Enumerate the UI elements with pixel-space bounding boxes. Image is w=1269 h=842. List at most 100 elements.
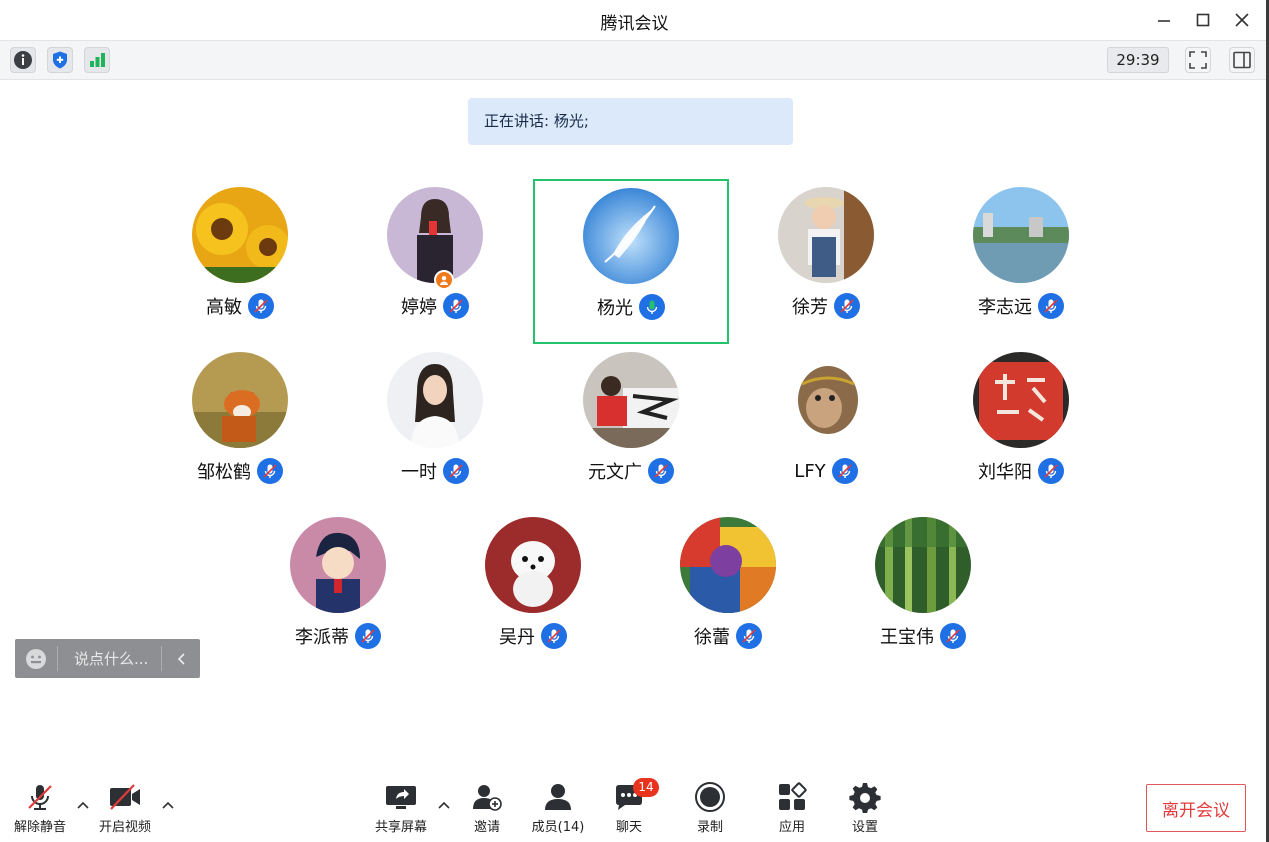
members-icon: [545, 784, 571, 810]
record-button[interactable]: 录制: [675, 780, 745, 835]
share-screen-icon: [386, 786, 416, 809]
signal-icon: [90, 53, 105, 67]
minimize-icon: [1158, 20, 1170, 22]
mic-muted-icon: [1038, 458, 1064, 484]
avatar: [680, 517, 776, 613]
participant-name: 吴丹: [499, 627, 535, 648]
participant-tile[interactable]: 王宝伟: [825, 511, 1021, 671]
mic-muted-icon: [443, 293, 469, 319]
mic-muted-icon: [248, 293, 274, 319]
participant-tile[interactable]: LFY: [728, 346, 924, 506]
camera-off-icon: [110, 784, 140, 810]
network-status-button[interactable]: [84, 47, 110, 73]
avatar: [875, 517, 971, 613]
participant-name: 一时: [401, 462, 437, 483]
window-title: 腾讯会议: [600, 14, 669, 34]
avatar: [778, 352, 874, 448]
participant-name: 李派蒂: [295, 627, 349, 648]
chevron-up-icon: [77, 801, 89, 809]
invite-label: 邀请: [473, 820, 500, 835]
record-icon: [695, 782, 725, 812]
mic-muted-icon: [736, 623, 762, 649]
participant-name: 徐芳: [792, 297, 828, 318]
settings-label: 设置: [851, 820, 878, 835]
meeting-toolbar: 29:39: [0, 40, 1269, 80]
participant-tile[interactable]: 刘华阳: [923, 346, 1119, 506]
invite-user-icon: [473, 785, 502, 811]
chat-label: 聊天: [615, 820, 642, 835]
avatar: [778, 187, 874, 283]
mic-muted-icon: [831, 458, 858, 484]
participant-name: 徐蕾: [694, 627, 730, 648]
members-label: 成员(14): [531, 820, 585, 835]
share-label: 共享屏幕: [374, 820, 427, 835]
emoji-icon: [26, 648, 46, 669]
apps-button[interactable]: 应用: [757, 780, 827, 835]
mic-muted-icon: [257, 458, 283, 484]
video-options-caret[interactable]: [161, 798, 175, 812]
leave-meeting-button[interactable]: 离开会议: [1146, 784, 1246, 832]
avatar: [290, 517, 386, 613]
participant-tile[interactable]: 徐芳: [728, 181, 924, 341]
participant-name: 邹松鹤: [197, 462, 251, 483]
host-icon: [434, 270, 454, 290]
participant-tile[interactable]: 徐蕾: [630, 511, 826, 671]
avatar: [485, 517, 581, 613]
participant-tile-active-speaker[interactable]: 杨光: [533, 179, 729, 344]
participant-name: 元文广: [588, 462, 642, 483]
info-icon: [14, 51, 32, 69]
members-button[interactable]: 成员(14): [523, 780, 593, 835]
chevron-up-icon: [162, 801, 174, 809]
quick-chat-input[interactable]: 说点什么...: [15, 639, 200, 678]
title-bar: 腾讯会议: [0, 0, 1269, 40]
unmute-button[interactable]: 解除静音: [5, 780, 75, 835]
avatar: [973, 187, 1069, 283]
mic-muted-icon: [834, 293, 860, 319]
maximize-button[interactable]: [1189, 6, 1217, 34]
participant-tile[interactable]: 高敏: [142, 181, 338, 341]
mic-speaking-icon: [639, 294, 665, 320]
participant-name: 婷婷: [401, 297, 437, 318]
audio-options-caret[interactable]: [76, 798, 90, 812]
participant-tile[interactable]: 李派蒂: [240, 511, 436, 671]
avatar: [192, 187, 288, 283]
minimize-button[interactable]: [1150, 6, 1178, 34]
emoji-button[interactable]: [15, 646, 58, 671]
avatar: [583, 352, 679, 448]
unmute-label: 解除静音: [13, 820, 66, 835]
participant-name: 王宝伟: [880, 627, 934, 648]
chat-placeholder[interactable]: 说点什么...: [58, 648, 161, 669]
settings-button[interactable]: 设置: [830, 780, 900, 835]
collapse-chat-button[interactable]: [161, 646, 200, 671]
record-label: 录制: [696, 820, 723, 835]
participant-tile[interactable]: 邹松鹤: [142, 346, 338, 506]
meeting-info-button[interactable]: [10, 47, 36, 73]
participant-tile[interactable]: 李志远: [923, 181, 1119, 341]
participant-tile[interactable]: 一时: [337, 346, 533, 506]
avatar: [387, 187, 483, 283]
security-button[interactable]: [47, 47, 73, 73]
side-panel-button[interactable]: [1229, 47, 1255, 73]
video-label: 开启视频: [98, 820, 151, 835]
start-video-button[interactable]: 开启视频: [90, 780, 160, 835]
avatar: [583, 188, 679, 284]
participant-name: 刘华阳: [978, 462, 1032, 483]
mic-muted-icon: [355, 623, 381, 649]
participant-name: 高敏: [206, 297, 242, 318]
close-button[interactable]: [1228, 6, 1256, 34]
participant-name: 杨光: [597, 298, 633, 319]
participant-tile[interactable]: 元文广: [533, 346, 729, 506]
apps-label: 应用: [778, 820, 805, 835]
gear-icon: [849, 783, 881, 813]
fullscreen-button[interactable]: [1185, 47, 1211, 73]
side-panel-icon: [1233, 51, 1251, 69]
invite-button[interactable]: 邀请: [452, 780, 522, 835]
chevron-left-icon: [177, 652, 185, 665]
mic-muted-icon: [1038, 293, 1064, 319]
participant-tile[interactable]: 婷婷: [337, 181, 533, 341]
share-screen-button[interactable]: 共享屏幕: [366, 780, 436, 835]
participant-tile[interactable]: 吴丹: [435, 511, 631, 671]
unread-chat-badge: 14: [633, 778, 659, 797]
share-options-caret[interactable]: [437, 798, 451, 812]
meeting-timer: 29:39: [1107, 47, 1169, 73]
